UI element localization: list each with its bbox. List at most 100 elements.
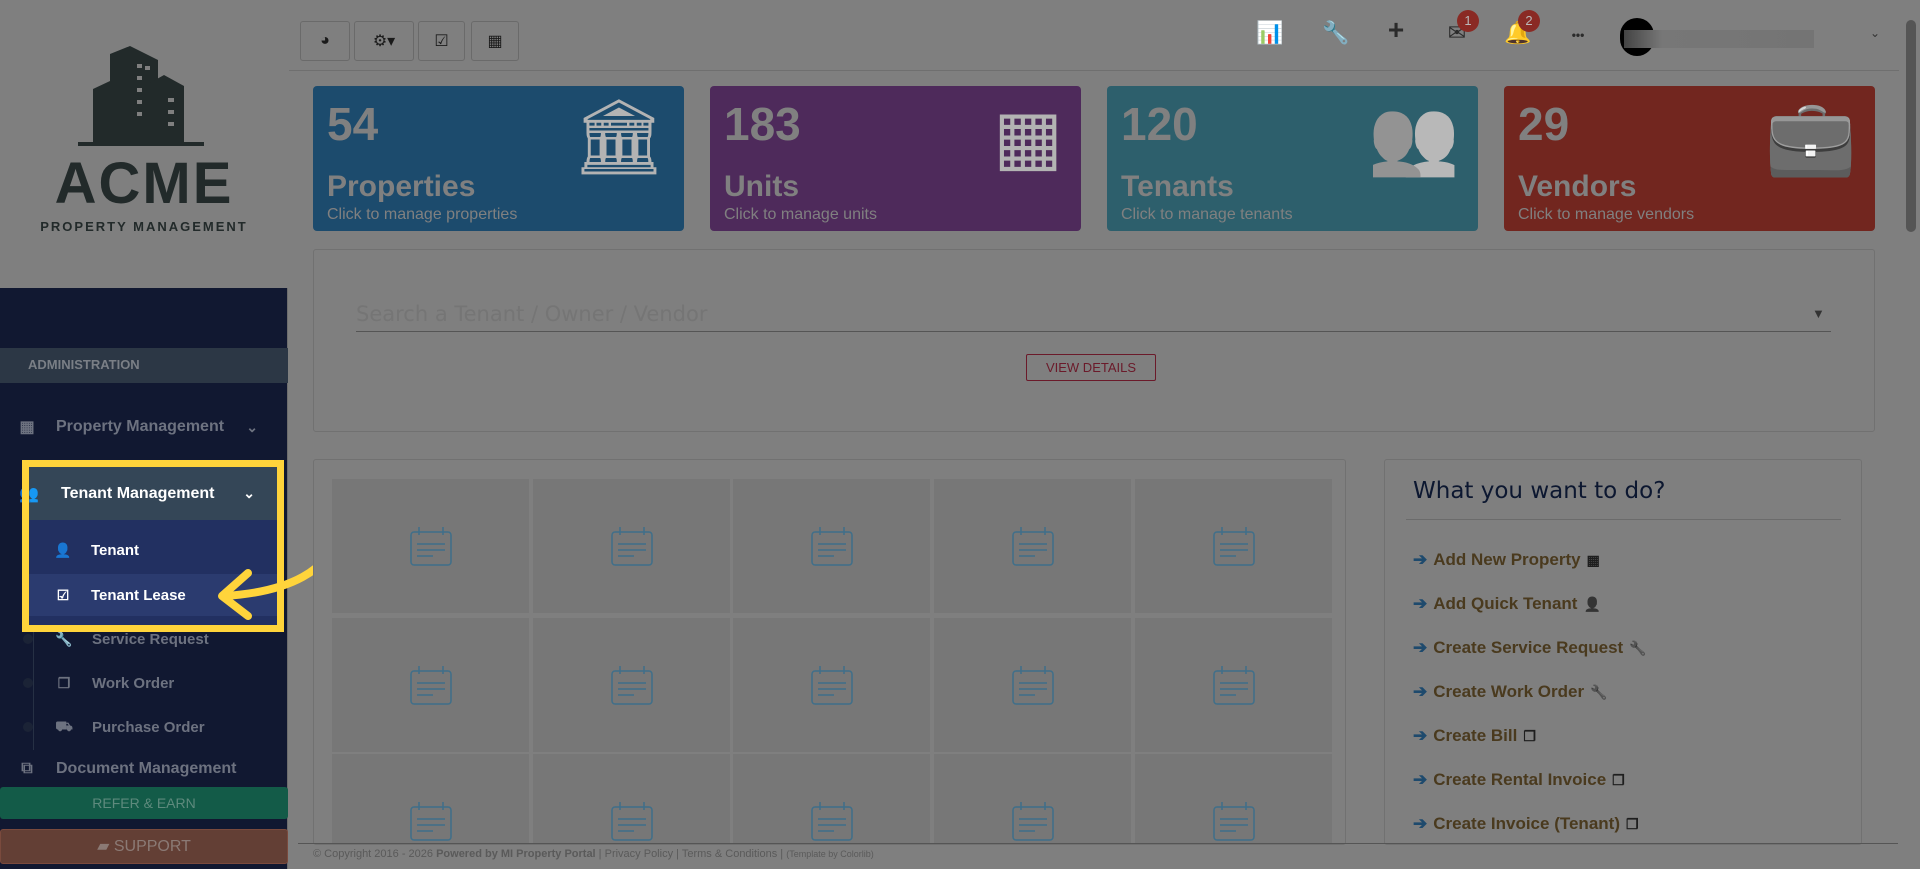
privacy-policy-link[interactable]: Privacy Policy (605, 848, 673, 860)
buildings-logo-icon (78, 46, 204, 146)
wrench-icon: 🔧 (1629, 639, 1647, 656)
action-link[interactable]: ➔ Create Invoice (Tenant) ❐ (1413, 814, 1639, 834)
plus-icon: + (1387, 14, 1405, 45)
shortcut-tile[interactable] (934, 618, 1131, 752)
action-label: Create Rental Invoice (1433, 770, 1607, 789)
sidebar-item-label: Work Order (92, 674, 175, 692)
calculator-icon: ▦ (487, 33, 503, 50)
arrow-right-icon: ➔ (1413, 726, 1428, 745)
users-icon: 👥 (1367, 95, 1460, 178)
copy-icon: ❐ (1523, 727, 1536, 744)
terms-link[interactable]: Terms & Conditions (682, 848, 777, 860)
wrench-icon: 🔧 (55, 630, 73, 647)
view-details-button[interactable]: VIEW DETAILS (1026, 354, 1156, 381)
shortcut-tile[interactable] (733, 479, 930, 613)
stat-card-units[interactable]: 183 Units Click to manage units ▦ (710, 86, 1081, 231)
shortcut-tile[interactable] (332, 479, 529, 613)
settings-dropdown-button[interactable]: ⚙▾ (354, 21, 414, 61)
calendar-note-icon (810, 666, 853, 705)
sidebar-item-label: Purchase Order (92, 718, 205, 736)
bar-chart-icon: 📊 (1256, 20, 1284, 45)
actions-title: What you want to do? (1413, 478, 1666, 504)
copy-icon: ❐ (57, 674, 71, 691)
shortcut-tile[interactable] (1135, 479, 1332, 613)
sidebar-item-document-management[interactable]: ⧉ Document Management (0, 760, 288, 786)
shortcut-tile[interactable] (533, 754, 730, 844)
dashboard-icon: ◕ (320, 32, 330, 49)
stat-card-vendors[interactable]: 29 Vendors Click to manage vendors 💼 (1504, 86, 1875, 231)
support-button[interactable]: ▰ SUPPORT (0, 829, 288, 864)
shortcut-tile[interactable] (934, 479, 1131, 613)
calendar-button[interactable]: ☑ (418, 21, 465, 61)
gear-icon: ⚙▾ (372, 33, 396, 50)
more-button[interactable]: ••• (1558, 28, 1598, 42)
action-link[interactable]: ➔ Create Service Request 🔧 (1413, 638, 1647, 658)
action-link[interactable]: ➔ Add New Property ▦ (1413, 550, 1600, 570)
calendar-note-icon (1011, 527, 1054, 566)
arrow-right-icon: ➔ (1413, 550, 1428, 569)
reports-button[interactable]: 📊 (1250, 20, 1290, 46)
messages-badge: 1 (1457, 10, 1479, 32)
arrow-right-icon: ➔ (1413, 682, 1428, 701)
action-link[interactable]: ➔ Create Rental Invoice ❐ (1413, 770, 1625, 790)
logo-name: ACME (54, 151, 234, 216)
sidebar-item-property-management[interactable]: ▦ Property Management ⌄ (0, 405, 288, 449)
user-icon: 👤 (1583, 595, 1601, 612)
search-select[interactable] (356, 296, 1831, 332)
calendar-check-icon: ☑ (434, 33, 449, 50)
action-link[interactable]: ➔ Create Bill ❐ (1413, 726, 1536, 746)
arrow-right-icon: ➔ (1413, 814, 1428, 833)
dashboard-button[interactable]: ◕ (300, 21, 350, 61)
divider (1406, 519, 1841, 520)
refer-earn-button[interactable]: REFER & EARN (0, 787, 288, 819)
sidebar-subitem-work-order[interactable]: ❐ Work Order (23, 661, 284, 705)
stat-description: Click to manage units (724, 206, 877, 223)
shortcut-tile[interactable] (332, 618, 529, 752)
logo[interactable]: ACME PROPERTY MANAGEMENT (0, 0, 288, 288)
shortcut-tile[interactable] (733, 618, 930, 752)
shortcut-tile[interactable] (332, 754, 529, 844)
add-button[interactable]: + (1376, 14, 1416, 46)
action-label: Add New Property (1433, 550, 1581, 569)
shortcut-tile[interactable] (533, 618, 730, 752)
sidebar-item-label: Property Management (56, 418, 225, 435)
wrench-icon: 🔧 (1590, 683, 1608, 700)
action-label: Create Bill (1433, 726, 1518, 745)
stat-card-properties[interactable]: 54 Properties Click to manage properties… (313, 86, 684, 231)
sidebar-subitem-purchase-order[interactable]: ⛟ Purchase Order (23, 705, 284, 749)
calendar-note-icon (610, 666, 653, 705)
messages-button[interactable]: ✉ 1 (1437, 10, 1479, 46)
action-link[interactable]: ➔ Add Quick Tenant 👤 (1413, 594, 1601, 614)
calendar-note-icon (810, 802, 853, 841)
chevron-down-icon[interactable]: ⌄ (1870, 26, 1880, 40)
arrow-right-icon: ➔ (1413, 770, 1428, 789)
user-name-blurred[interactable] (1624, 30, 1814, 48)
shortcut-tile[interactable] (1135, 618, 1332, 752)
wrench-icon: 🔧 (1322, 20, 1350, 45)
action-label: Create Invoice (Tenant) (1433, 814, 1620, 833)
powered-by-link[interactable]: Powered by MI Property Portal (436, 848, 596, 860)
shortcut-tile[interactable] (733, 754, 930, 844)
action-link[interactable]: ➔ Create Work Order 🔧 (1413, 682, 1608, 702)
calendar-note-icon (409, 802, 452, 841)
logo-tagline: PROPERTY MANAGEMENT (40, 219, 248, 234)
truck-icon: ⛟ (55, 717, 73, 734)
stat-description: Click to manage tenants (1121, 206, 1293, 223)
scrollbar[interactable] (1906, 20, 1916, 232)
shortcut-tile[interactable] (934, 754, 1131, 844)
calendar-note-icon (1212, 802, 1255, 841)
notifications-button[interactable]: 🔔 2 (1498, 10, 1540, 46)
copy-icon: ❐ (1612, 771, 1625, 788)
calendar-note-icon (810, 527, 853, 566)
calculator-button[interactable]: ▦ (471, 21, 519, 61)
briefcase-icon: 💼 (1764, 95, 1857, 178)
tools-button[interactable]: 🔧 (1316, 20, 1356, 46)
calendar-note-icon (610, 527, 653, 566)
calendar-note-icon (1212, 666, 1255, 705)
shortcut-tile[interactable] (533, 479, 730, 613)
stat-card-tenants[interactable]: 120 Tenants Click to manage tenants 👥 (1107, 86, 1478, 231)
template-credit: (Template by Colorlib) (786, 849, 874, 859)
action-label: Create Work Order (1433, 682, 1585, 701)
caret-down-icon[interactable]: ▼ (1812, 306, 1825, 321)
shortcut-tile[interactable] (1135, 754, 1332, 844)
